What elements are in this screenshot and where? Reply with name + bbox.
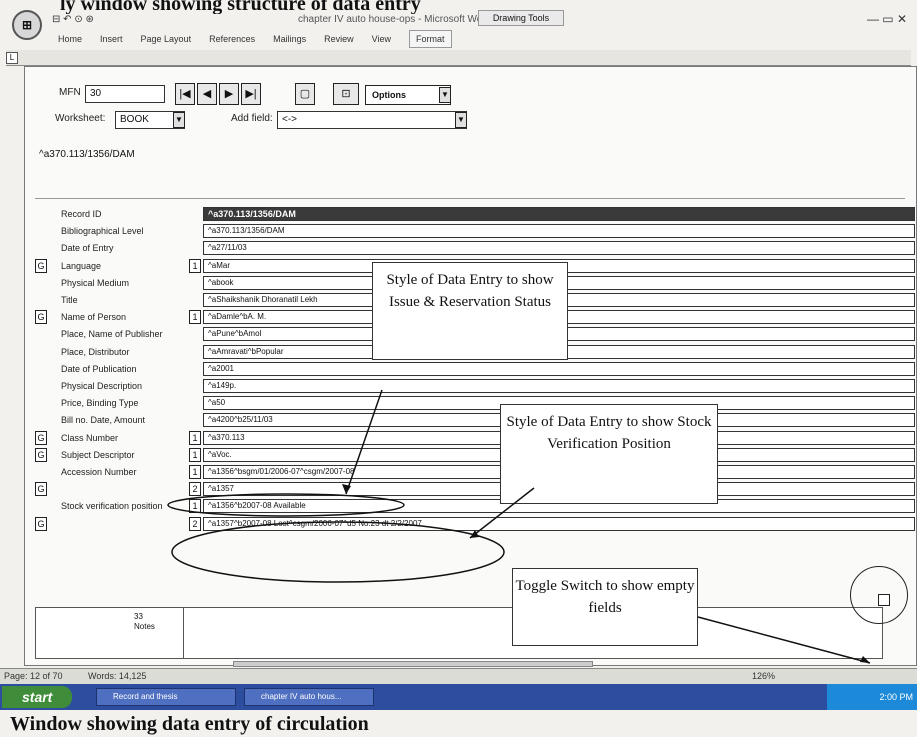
field-occurrence: 2 [189, 517, 201, 531]
drawing-tools-tab[interactable]: Drawing Tools [478, 10, 564, 26]
chevron-down-icon[interactable]: ▼ [439, 87, 451, 103]
callout-issue-text: Style of Data Entry to show Issue & Rese… [386, 272, 554, 310]
field-label: Class Number [61, 433, 119, 443]
field-occurrence: 1 [189, 448, 201, 462]
field-occurrence: 1 [189, 310, 201, 324]
caption-bottom: Window showing data entry of circulation [10, 713, 369, 735]
callout-issue-status: Style of Data Entry to show Issue & Rese… [372, 262, 568, 360]
field-occurrence: 2 [189, 482, 201, 496]
field-occurrence: 1 [189, 499, 201, 513]
field-group-toggle[interactable]: G [35, 448, 47, 462]
field-group-toggle[interactable]: G [35, 259, 47, 273]
tab-mailings[interactable]: Mailings [273, 28, 306, 50]
notes-label: Notes [134, 622, 155, 631]
field-label: Language [61, 261, 102, 271]
word-status-bar: Page: 12 of 70 Words: 14,125 126% [0, 668, 917, 684]
field-value-input[interactable]: ^a370.113/1356/DAM [203, 224, 915, 238]
notes-panel: 33 Notes [35, 607, 185, 659]
field-label: Title [61, 295, 78, 305]
field-label: Date of Entry [61, 243, 114, 253]
field-group-toggle[interactable]: G [35, 482, 47, 496]
callout-toggle-text: Toggle Switch to show empty fields [515, 578, 695, 616]
field-occurrence: 1 [189, 259, 201, 273]
ribbon-tabs: Home Insert Page Layout References Maili… [58, 28, 558, 50]
horizontal-scrollbar[interactable] [233, 661, 593, 667]
add-field-label: Add field: [231, 113, 273, 124]
record-path-display: ^a370.113/1356/DAM [35, 145, 905, 199]
field-group-toggle[interactable]: G [35, 310, 47, 324]
field-value-input[interactable]: ^a149p. [203, 379, 915, 393]
field-label: Price, Binding Type [61, 398, 139, 408]
tab-references[interactable]: References [209, 28, 255, 50]
chevron-down-icon[interactable]: ▼ [455, 112, 467, 128]
toggle-empty-fields-button[interactable] [878, 594, 890, 606]
word-count[interactable]: Words: 14,125 [88, 671, 146, 681]
quick-access-toolbar[interactable]: ⊟ ↶ ⊙ ⊛ [52, 14, 94, 25]
start-button[interactable]: start [2, 686, 72, 708]
tab-selector[interactable]: L [6, 52, 18, 64]
worksheet-label: Worksheet: [55, 113, 106, 124]
chevron-down-icon[interactable]: ▼ [173, 112, 185, 128]
field-value-input[interactable]: ^a1357^b2007-08 Lost^csgm/2006-07^d5 No.… [203, 517, 915, 531]
field-label: Date of Publication [61, 364, 137, 374]
window-controls[interactable]: — ▭ ✕ [867, 12, 907, 26]
field-label: Place, Distributor [61, 347, 130, 357]
first-record-button[interactable]: |◀ [175, 83, 195, 105]
field-value-input[interactable]: ^a27/11/03 [203, 241, 915, 255]
page-count[interactable]: Page: 12 of 70 [4, 671, 63, 681]
new-record-icon[interactable]: ▢ [295, 83, 315, 105]
next-record-button[interactable]: ▶ [219, 83, 239, 105]
taskbar-item-chapter[interactable]: chapter IV auto hous... [244, 688, 374, 706]
field-label: Accession Number [61, 467, 137, 477]
mfn-label: MFN [59, 87, 81, 98]
mfn-input[interactable]: 30 [85, 85, 165, 103]
field-label: Physical Description [61, 381, 143, 391]
field-label: Name of Person [61, 312, 127, 322]
tab-page-layout[interactable]: Page Layout [141, 28, 192, 50]
tab-review[interactable]: Review [324, 28, 354, 50]
field-label: Bill no. Date, Amount [61, 415, 146, 425]
office-button[interactable]: ⊞ [12, 10, 42, 40]
field-label: Bibliographical Level [61, 226, 144, 236]
tab-insert[interactable]: Insert [100, 28, 123, 50]
tab-view[interactable]: View [372, 28, 391, 50]
add-field-select[interactable]: <-> [277, 111, 467, 129]
taskbar-item-record[interactable]: Record and thesis [96, 688, 236, 706]
field-label: Physical Medium [61, 278, 130, 288]
field-label: Place, Name of Publisher [61, 329, 163, 339]
data-entry-window: MFN 30 |◀ ◀ ▶ ▶| ▢ ⊡ Options ▼ Worksheet… [24, 66, 917, 667]
save-record-icon[interactable]: ⊡ [333, 83, 359, 105]
callout-stock-text: Style of Data Entry to show Stock Verifi… [506, 414, 712, 452]
zoom-level[interactable]: 126% [752, 671, 775, 681]
ruler[interactable] [6, 50, 911, 66]
field-label: Subject Descriptor [61, 450, 135, 460]
field-value-input[interactable]: ^a2001 [203, 362, 915, 376]
field-value-input[interactable]: ^a370.113/1356/DAM [203, 207, 915, 221]
notes-count-value: 33 [134, 612, 143, 621]
callout-stock-verification: Style of Data Entry to show Stock Verifi… [500, 404, 718, 504]
windows-taskbar: start Record and thesis chapter IV auto … [0, 684, 917, 710]
field-label: Record ID [61, 209, 102, 219]
tab-home[interactable]: Home [58, 28, 82, 50]
field-group-toggle[interactable]: G [35, 431, 47, 445]
tab-format[interactable]: Format [409, 30, 452, 48]
field-occurrence: 1 [189, 431, 201, 445]
window-title: chapter IV auto house-ops - Microsoft Wo… [298, 14, 492, 25]
callout-toggle-switch: Toggle Switch to show empty fields [512, 568, 698, 646]
field-occurrence: 1 [189, 465, 201, 479]
prev-record-button[interactable]: ◀ [197, 83, 217, 105]
system-tray: 2:00 PM [827, 684, 917, 710]
last-record-button[interactable]: ▶| [241, 83, 261, 105]
notes-count: 33 Notes [134, 612, 155, 632]
field-group-toggle[interactable]: G [35, 517, 47, 531]
field-label: Stock verification position [61, 501, 163, 511]
